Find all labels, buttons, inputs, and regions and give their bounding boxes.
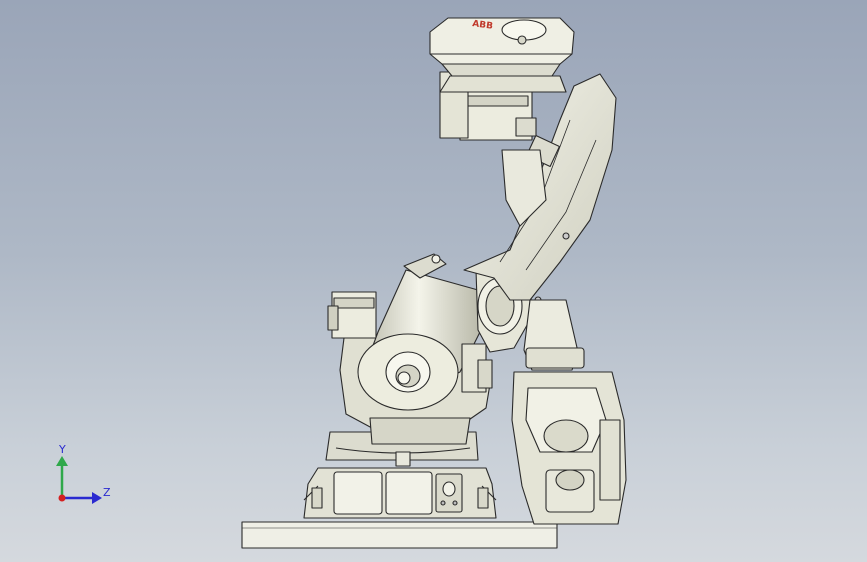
y-arrowhead <box>56 456 68 466</box>
cad-viewport[interactable]: ABB Y Z <box>0 0 867 562</box>
z-arrowhead <box>92 492 102 504</box>
y-axis-label: Y <box>58 443 66 456</box>
top-housing <box>429 17 575 93</box>
triad-origin <box>58 494 66 502</box>
coordinate-triad: Y Z <box>56 443 111 504</box>
base-window-left <box>333 471 383 515</box>
z-axis-label: Z <box>103 486 111 499</box>
base-window-middle <box>385 471 433 515</box>
robot-model: ABB Y Z <box>56 17 627 549</box>
base-plate <box>241 521 558 549</box>
